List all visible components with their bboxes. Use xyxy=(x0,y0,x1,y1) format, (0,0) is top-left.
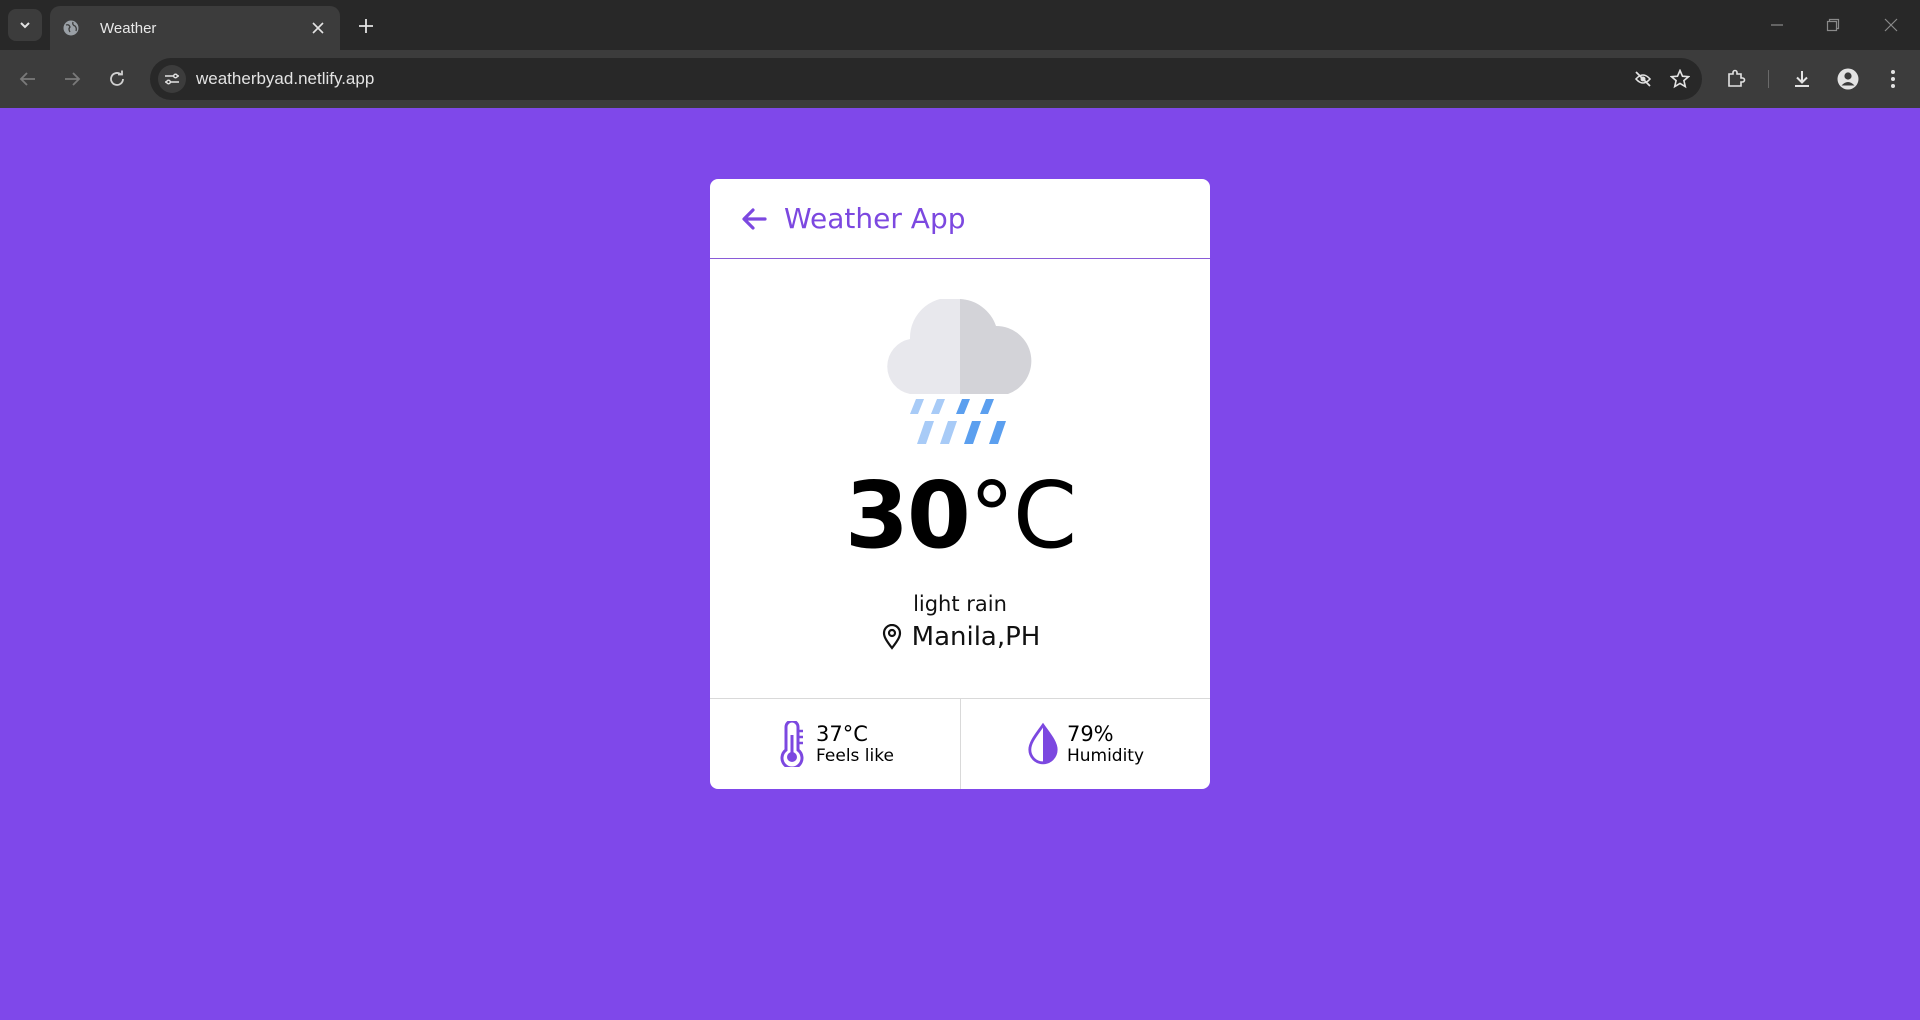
close-icon xyxy=(1884,18,1898,32)
address-bar[interactable]: weatherbyad.netlify.app xyxy=(150,58,1702,100)
browser-tab[interactable]: Weather xyxy=(50,6,340,50)
map-pin-icon xyxy=(880,623,904,651)
back-arrow-icon[interactable] xyxy=(740,205,768,233)
stats-row: 37°C Feels like 79% Humidity xyxy=(710,698,1210,789)
site-info-button[interactable] xyxy=(158,65,186,93)
new-tab-button[interactable] xyxy=(352,12,380,40)
avatar-icon xyxy=(1837,68,1859,90)
chevron-down-icon xyxy=(20,22,30,29)
temperature: 30°C xyxy=(710,462,1210,569)
url-text[interactable]: weatherbyad.netlify.app xyxy=(196,69,374,89)
rain-cloud-icon xyxy=(880,297,1040,449)
bookmark-button[interactable] xyxy=(1667,66,1693,92)
browser-tabstrip: Weather xyxy=(0,0,1920,50)
thermometer-icon xyxy=(776,720,808,768)
minimize-button[interactable] xyxy=(1762,10,1792,40)
download-icon xyxy=(1795,71,1809,87)
close-tab-icon[interactable] xyxy=(308,18,328,38)
temperature-unit: °C xyxy=(968,462,1077,569)
reload-button[interactable] xyxy=(101,63,133,95)
arrow-left-icon xyxy=(19,72,35,86)
minimize-icon xyxy=(1771,24,1783,26)
tune-icon xyxy=(165,73,179,85)
humidity-stat: 79% Humidity xyxy=(960,699,1210,789)
temperature-value: 30 xyxy=(844,462,971,569)
profile-button[interactable] xyxy=(1833,64,1863,94)
browser-toolbar: weatherbyad.netlify.app xyxy=(0,50,1920,108)
plus-icon xyxy=(359,19,373,33)
extensions-button[interactable] xyxy=(1721,64,1751,94)
toolbar-divider xyxy=(1768,70,1769,88)
puzzle-icon xyxy=(1728,69,1746,87)
location: Manila,PH xyxy=(710,622,1210,652)
feels-like-label: Feels like xyxy=(816,746,894,766)
tab-title: Weather xyxy=(100,19,157,37)
menu-button[interactable] xyxy=(1878,64,1908,94)
forward-button[interactable] xyxy=(56,63,88,95)
reload-icon xyxy=(110,70,124,86)
card-header: Weather App xyxy=(710,179,1210,259)
restore-button[interactable] xyxy=(1818,10,1848,40)
arrow-right-icon xyxy=(65,72,81,86)
location-text: Manila,PH xyxy=(911,622,1041,652)
humidity-value: 79% xyxy=(1066,722,1114,746)
water-drop-icon xyxy=(1027,720,1059,768)
close-window-button[interactable] xyxy=(1876,10,1906,40)
restore-icon xyxy=(1826,18,1840,32)
weather-card: Weather App 30°C light rain Manila,PH 37… xyxy=(710,179,1210,789)
back-button[interactable] xyxy=(12,63,44,95)
globe-icon xyxy=(62,19,80,37)
humidity-label: Humidity xyxy=(1066,746,1145,766)
weather-description: light rain xyxy=(913,592,1007,616)
feels-like-text: 37°C Feels like xyxy=(816,722,894,766)
star-icon xyxy=(1670,69,1690,89)
tracking-protection-button[interactable] xyxy=(1630,66,1656,92)
eye-off-icon xyxy=(1634,71,1652,87)
more-vert-icon xyxy=(1891,70,1895,88)
feels-like-stat: 37°C Feels like xyxy=(710,699,960,789)
app-title: Weather App xyxy=(784,202,966,235)
feels-like-value: 37°C xyxy=(816,722,868,746)
humidity-text: 79% Humidity xyxy=(1067,722,1144,766)
tab-search-button[interactable] xyxy=(8,9,42,41)
downloads-button[interactable] xyxy=(1787,64,1817,94)
